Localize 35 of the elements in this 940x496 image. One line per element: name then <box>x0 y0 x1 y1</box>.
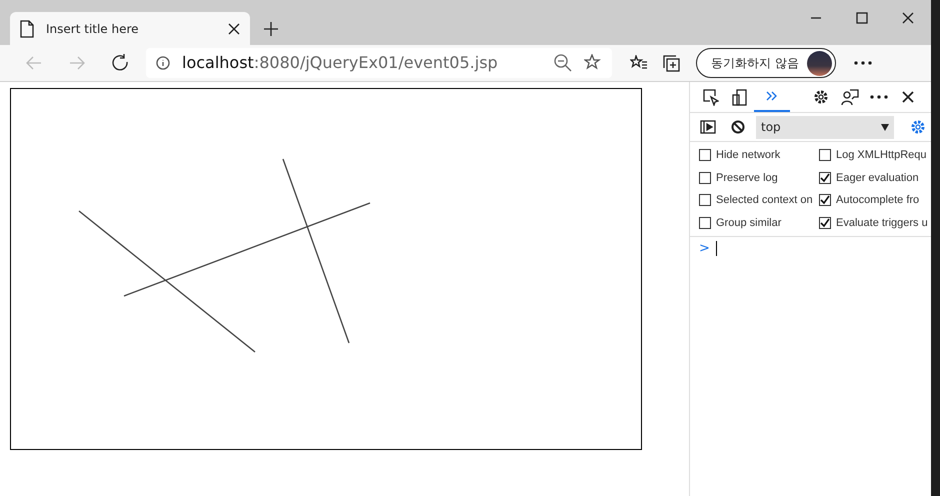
option-label: Evaluate triggers u <box>836 216 928 230</box>
checkbox[interactable] <box>819 194 831 206</box>
more-icon[interactable] <box>854 61 872 65</box>
close-icon[interactable] <box>228 22 240 34</box>
option-label: Autocomplete fro <box>836 193 920 208</box>
text-cursor[interactable] <box>716 241 717 256</box>
option-label: Group similar <box>716 216 782 230</box>
collections-icon[interactable] <box>662 54 680 72</box>
address-bar[interactable]: localhost:8080/jQueryEx01/event05.jsp <box>146 48 612 78</box>
tab-title: Insert title here <box>46 20 140 38</box>
favorites-icon[interactable] <box>630 55 648 71</box>
info-icon <box>156 56 170 70</box>
checkbox[interactable] <box>819 216 831 229</box>
star-add-icon[interactable] <box>584 54 602 72</box>
profile-button[interactable]: 동기화하지 않음 <box>696 48 836 78</box>
checkbox[interactable] <box>699 194 711 206</box>
option-label: Hide network <box>716 148 780 163</box>
checkbox[interactable] <box>699 172 711 184</box>
browser-tab[interactable]: Insert title here <box>10 12 250 45</box>
option-label: Log XMLHttpRequ <box>836 148 926 163</box>
option-label: Selected context on <box>716 193 813 208</box>
zoom-out-icon[interactable] <box>554 54 572 72</box>
prompt-icon: > <box>699 239 710 258</box>
avatar-circle <box>806 50 832 76</box>
checkbox[interactable] <box>819 172 831 184</box>
checkbox[interactable] <box>699 149 711 162</box>
option-label: Eager evaluation <box>836 170 919 186</box>
option-label: Preserve log <box>716 170 778 186</box>
checkbox[interactable] <box>819 149 831 162</box>
context-select[interactable]: top <box>756 116 894 138</box>
new-tab-icon[interactable] <box>264 22 278 36</box>
caret-icon <box>881 124 889 130</box>
page-icon <box>20 20 34 38</box>
checkbox[interactable] <box>699 216 711 229</box>
url-text: localhost:8080/jQueryEx01/event05.jsp <box>182 52 499 74</box>
